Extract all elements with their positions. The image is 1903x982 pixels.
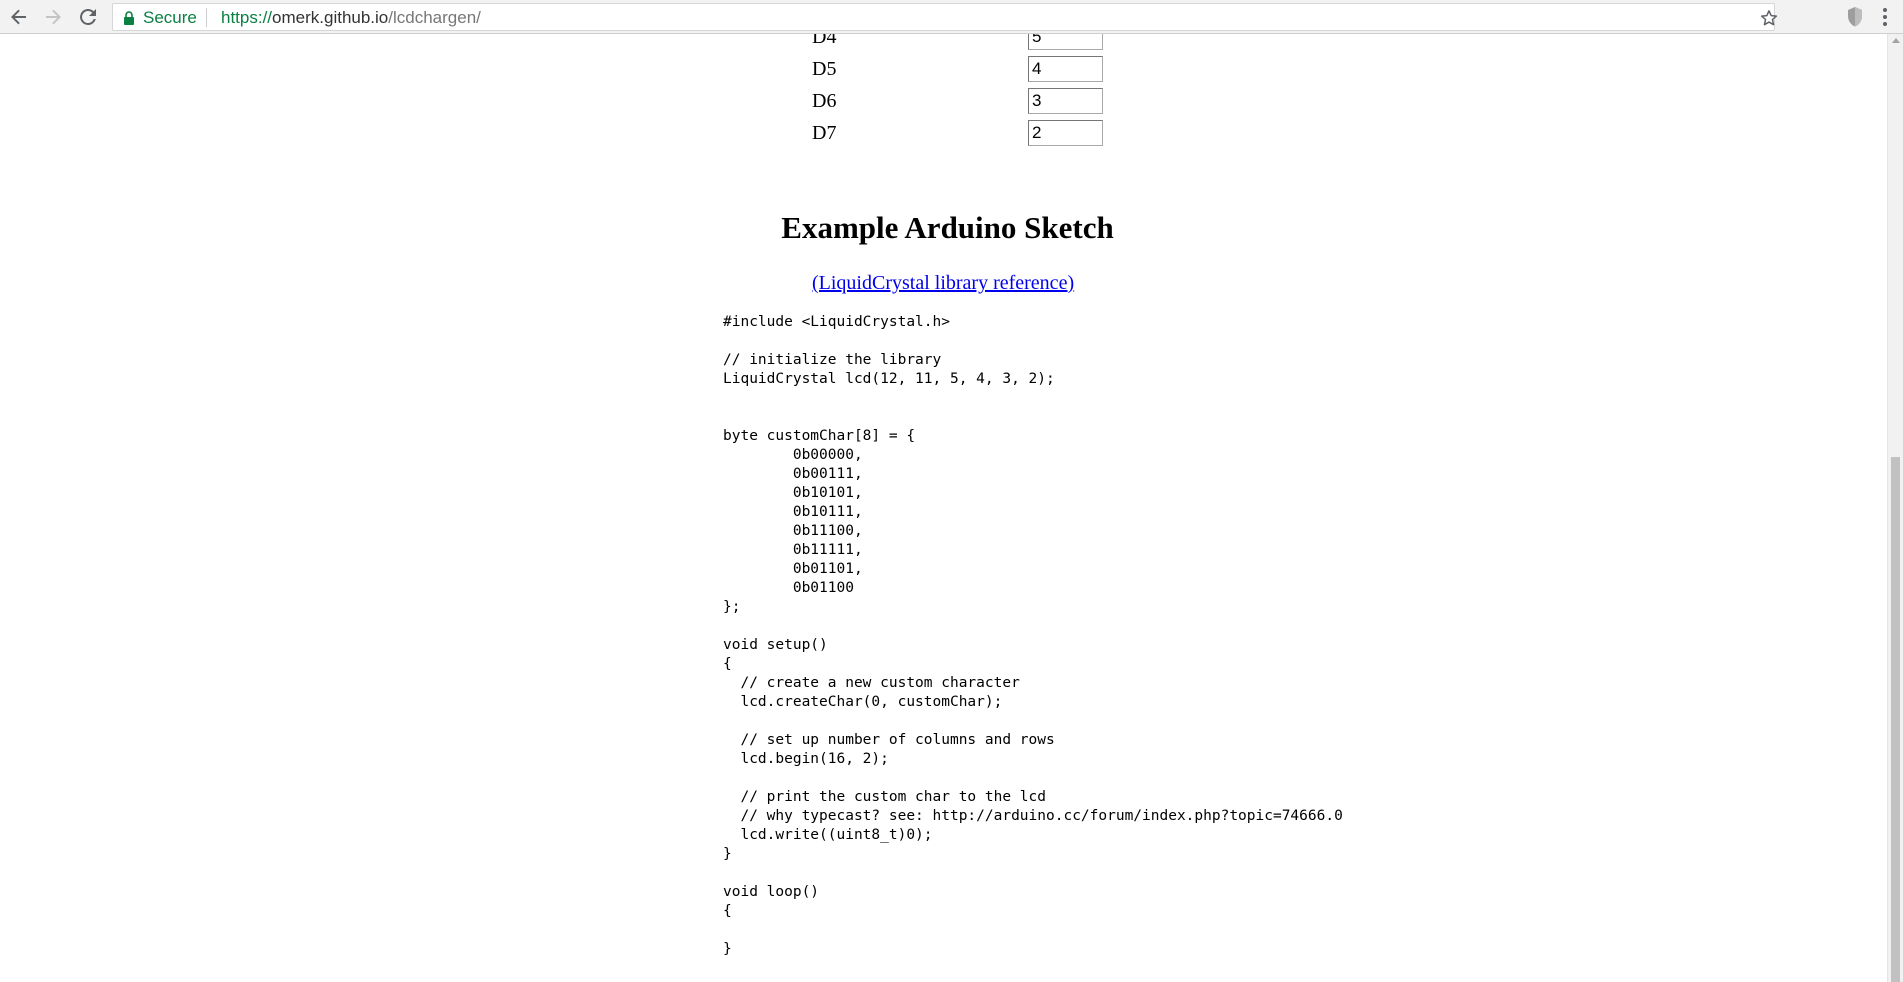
arduino-code-block: #include <LiquidCrystal.h> // initialize …: [723, 313, 1343, 959]
code-line: void loop(): [723, 884, 820, 900]
pin-input-d4[interactable]: [1028, 34, 1103, 50]
code-line: 0b01101,: [723, 561, 863, 577]
back-button[interactable]: [7, 5, 31, 29]
reload-icon: [80, 8, 96, 25]
secure-label: Secure: [143, 8, 197, 27]
back-icon: [11, 9, 26, 25]
extension-shield-icon[interactable]: [1846, 6, 1864, 28]
code-line: // initialize the library: [723, 352, 942, 368]
browser-toolbar: Secure https://omerk.github.io/lcdcharge…: [0, 0, 1903, 34]
pin-label: D4: [812, 34, 837, 48]
vertical-scrollbar[interactable]: [1887, 34, 1903, 982]
pin-input-d5[interactable]: [1028, 56, 1103, 82]
code-line: LiquidCrystal lcd(12, 11, 5, 4, 3, 2);: [723, 371, 1055, 387]
code-line: 0b00000,: [723, 447, 863, 463]
code-line: {: [723, 656, 732, 672]
pin-label: D7: [812, 122, 837, 144]
code-line: void setup(): [723, 637, 828, 653]
url-text[interactable]: https://omerk.github.io/lcdchargen/: [221, 8, 481, 28]
code-line: // print the custom char to the lcd: [723, 789, 1047, 805]
code-line: #include <LiquidCrystal.h>: [723, 314, 950, 330]
star-icon: [1760, 10, 1778, 26]
sketch-heading: Example Arduino Sketch: [0, 210, 1887, 246]
code-line: // why typecast? see: http://arduino.cc/…: [723, 808, 1343, 824]
pin-label: D5: [812, 58, 837, 80]
scroll-up-arrow-icon[interactable]: [1892, 38, 1900, 43]
code-line: byte customChar[8] = {: [723, 428, 916, 444]
library-reference-link[interactable]: (LiquidCrystal library reference): [812, 272, 1074, 295]
omnibox-separator: [206, 8, 207, 27]
code-line: 0b01100: [723, 580, 854, 596]
bookmark-star-button[interactable]: [1756, 5, 1782, 31]
code-line: }: [723, 941, 732, 957]
code-line: lcd.write((uint8_t)0);: [723, 827, 933, 843]
scrollbar-thumb[interactable]: [1891, 457, 1900, 982]
code-line: {: [723, 903, 732, 919]
menu-icon[interactable]: [1880, 5, 1890, 29]
code-line: // set up number of columns and rows: [723, 732, 1055, 748]
code-line: 0b00111,: [723, 466, 863, 482]
pin-input-d7[interactable]: [1028, 120, 1103, 146]
code-line: 0b10101,: [723, 485, 863, 501]
code-line: 0b11100,: [723, 523, 863, 539]
code-line: // create a new custom character: [723, 675, 1020, 691]
address-bar[interactable]: Secure https://omerk.github.io/lcdcharge…: [112, 3, 1778, 31]
code-line: }: [723, 846, 732, 862]
forward-button[interactable]: [41, 5, 65, 29]
code-line: lcd.createChar(0, customChar);: [723, 694, 1003, 710]
code-line: 0b10111,: [723, 504, 863, 520]
url-scheme: https://: [221, 8, 273, 27]
code-line: };: [723, 599, 741, 615]
code-line: 0b11111,: [723, 542, 863, 558]
code-line: lcd.begin(16, 2);: [723, 751, 889, 767]
pin-input-d6[interactable]: [1028, 88, 1103, 114]
reload-button[interactable]: [76, 5, 100, 29]
lock-icon: [124, 11, 134, 25]
url-path: /lcdchargen/: [388, 8, 481, 27]
url-host: omerk.github.io: [272, 8, 389, 27]
forward-icon: [46, 9, 61, 25]
pin-label: D6: [812, 90, 837, 112]
sketch-heading-text: Example Arduino Sketch: [781, 210, 1114, 245]
page-viewport: D4 D5 D6 D7 Example Arduino Sketch (Liqu…: [0, 34, 1887, 982]
